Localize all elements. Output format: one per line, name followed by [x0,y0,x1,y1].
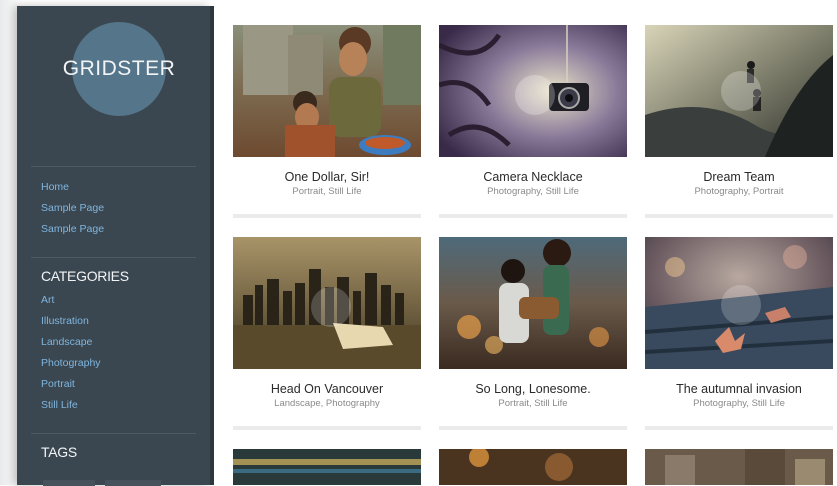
post-thumbnail[interactable] [439,25,627,157]
tags-heading: TAGS [41,444,77,460]
sidebar: GRIDSTER Home Sample Page Sample Page CA… [17,6,210,486]
category-landscape[interactable]: Landscape [41,336,92,348]
sidebar-divider [31,166,196,167]
post-title[interactable]: Camera Necklace [439,170,627,184]
post-thumbnail[interactable] [233,449,421,485]
categories-heading: CATEGORIES [41,268,129,284]
post-title[interactable]: One Dollar, Sir! [233,170,421,184]
post-title[interactable]: So Long, Lonesome. [439,382,627,396]
post-thumbnail[interactable] [439,237,627,369]
menu-item-sample-page-2[interactable]: Sample Page [41,223,104,235]
category-photography[interactable]: Photography [41,357,101,369]
post-categories[interactable]: Portrait, Still Life [439,398,627,409]
post-categories[interactable]: Photography, Still Life [645,398,833,409]
card-footer-bar [645,426,833,430]
sidebar-divider [31,257,196,258]
post-thumbnail[interactable] [645,449,833,485]
post-thumbnail[interactable] [645,25,833,157]
card-footer-bar [233,214,421,218]
card-footer-bar [439,426,627,430]
category-portrait[interactable]: Portrait [41,378,75,390]
menu-item-home[interactable]: Home [41,181,69,193]
card-footer-bar [645,214,833,218]
category-still-life[interactable]: Still Life [41,399,78,411]
post-categories[interactable]: Landscape, Photography [233,398,421,409]
post-categories[interactable]: Photography, Portrait [645,186,833,197]
post-grid: One Dollar, Sir! Portrait, Still Life Ca [214,6,837,485]
tag-chip[interactable] [105,480,161,486]
category-art[interactable]: Art [41,294,54,306]
post-title[interactable]: The autumnal invasion [645,382,833,396]
post-thumbnail[interactable] [645,237,833,369]
post-thumbnail[interactable] [439,449,627,485]
post-categories[interactable]: Portrait, Still Life [233,186,421,197]
card-footer-bar [439,214,627,218]
post-categories[interactable]: Photography, Still Life [439,186,627,197]
site-logo[interactable]: GRIDSTER [63,22,175,116]
post-thumbnail[interactable] [233,25,421,157]
card-footer-bar [233,426,421,430]
tag-chip[interactable] [43,480,95,486]
menu-item-sample-page-1[interactable]: Sample Page [41,202,104,214]
post-title[interactable]: Head On Vancouver [233,382,421,396]
post-title[interactable]: Dream Team [645,170,833,184]
category-illustration[interactable]: Illustration [41,315,89,327]
sidebar-divider [31,433,196,434]
post-thumbnail[interactable] [233,237,421,369]
